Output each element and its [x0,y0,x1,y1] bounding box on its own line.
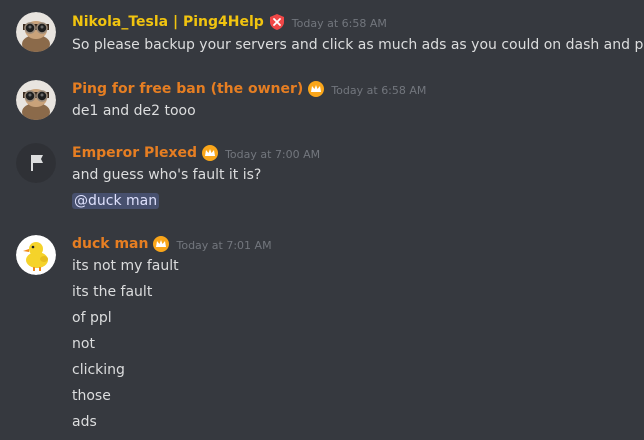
message-text: those [72,388,111,404]
message-text: de1 and de2 tooo [72,103,196,119]
username[interactable]: duck man [72,236,148,252]
username[interactable]: Emperor Plexed [72,145,197,161]
timestamp: Today at 7:01 AM [176,238,272,252]
message-header: Nikola_Tesla | Ping4Help Today at 6:58 A… [72,12,387,32]
username[interactable]: Ping for free ban (the owner) [72,81,303,97]
timestamp: Today at 7:00 AM [225,147,321,161]
message-text: ads [72,414,97,430]
message-header: Emperor Plexed Today at 7:00 AM [72,143,320,163]
message-text: not [72,336,95,352]
message-header: duck man Today at 7:01 AM [72,234,272,254]
crown-badge-icon [152,235,170,253]
crown-badge-icon [201,144,219,162]
username[interactable]: Nikola_Tesla | Ping4Help [72,14,264,30]
timestamp: Today at 6:58 AM [291,16,387,30]
timestamp: Today at 6:58 AM [331,83,427,97]
message-text: and guess who's fault it is? [72,167,262,183]
shield-tools-badge-icon [268,13,286,31]
message-text: of ppl [72,310,112,326]
duck-avatar-icon[interactable] [16,235,56,275]
message-text: its not my fault [72,258,179,274]
chat-messages: Nikola_Tesla | Ping4Help Today at 6:58 A… [0,0,644,440]
message-text: its the fault [72,284,153,300]
crown-badge-icon [307,80,325,98]
goggles-avatar-icon[interactable] [16,12,56,52]
flag-avatar-icon[interactable] [16,143,56,183]
user-mention[interactable]: @duck man [72,193,160,209]
goggles-avatar-icon[interactable] [16,80,56,120]
mention-line: @duck man [72,192,160,210]
message-text: So please backup your servers and click … [72,37,644,53]
message-header: Ping for free ban (the owner) Today at 6… [72,79,426,99]
message-text: clicking [72,362,125,378]
